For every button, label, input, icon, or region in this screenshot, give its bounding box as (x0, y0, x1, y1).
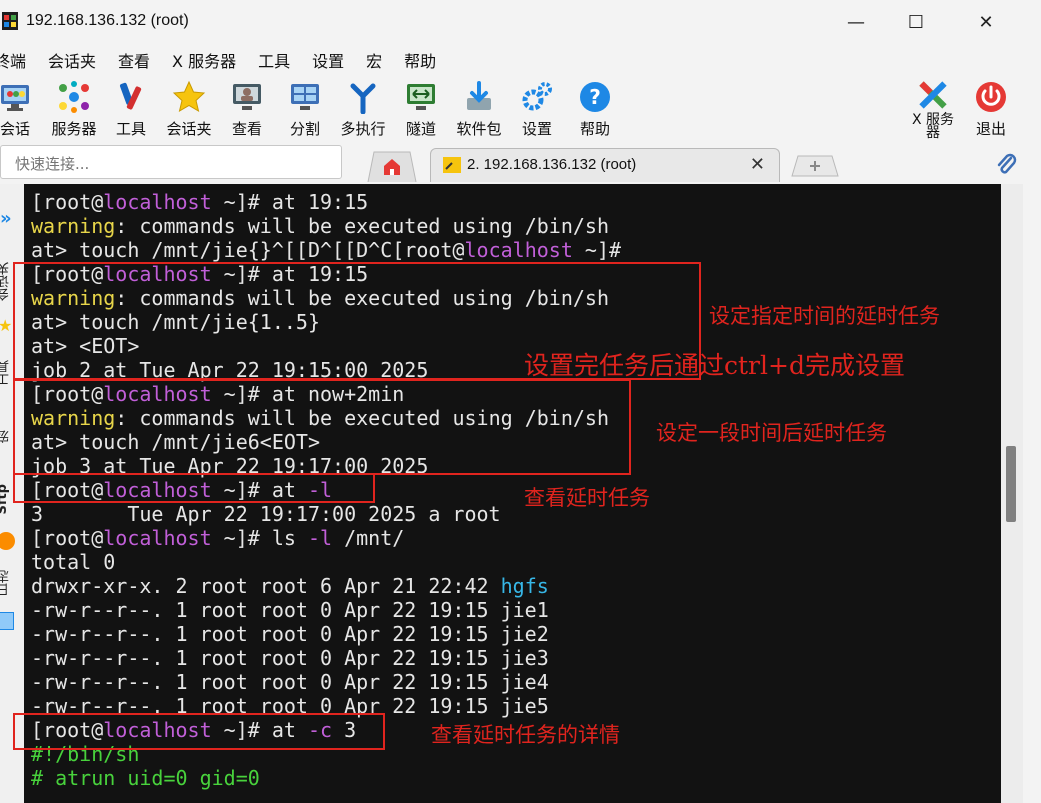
session-button[interactable]: 会话 (0, 78, 44, 140)
plus-icon (791, 155, 839, 177)
menu-macros[interactable]: 宏 (366, 48, 382, 72)
title-bar: 192.168.136.132 (root) — ☐ ✕ (0, 0, 1041, 44)
annotation-fixed-time: 设定指定时间的延时任务 (709, 304, 940, 328)
xserver-button[interactable]: X 服务器 (904, 78, 962, 140)
terminal-line: -rw-r--r--. 1 root root 0 Apr 22 19:15 j… (31, 622, 549, 646)
split-icon (291, 84, 319, 110)
menu-bar: 终端 会话夹 查看 X 服务器 工具 设置 宏 帮助 (0, 46, 1041, 74)
power-icon (976, 82, 1006, 112)
menu-settings[interactable]: 设置 (312, 48, 344, 72)
view-button[interactable]: 查看 (218, 78, 276, 140)
packages-button[interactable]: 软件包 (450, 78, 508, 140)
gear-icon (522, 82, 552, 111)
paperclip-icon[interactable] (996, 152, 1018, 178)
scrollbar-thumb[interactable] (1006, 446, 1016, 522)
side-tab-sessions[interactable]: 会话夹 (0, 262, 12, 301)
annotation-box-detail (13, 713, 385, 750)
tunneling-button[interactable]: 隧道 (392, 78, 450, 140)
new-tab-button[interactable] (790, 154, 840, 178)
session-tab[interactable]: 2. 192.168.136.132 (root) ✕ (430, 148, 780, 182)
x-server-icon (919, 81, 947, 109)
menu-xserver[interactable]: X 服务器 (172, 48, 236, 72)
terminal-line: [root@localhost ~]# ls -l /mnt/ (31, 526, 405, 550)
user-monitor-icon (233, 84, 261, 110)
terminal-line: -rw-r--r--. 1 root root 0 Apr 22 19:15 j… (31, 646, 549, 670)
minimize-button[interactable]: — (826, 0, 886, 44)
menu-help[interactable]: 帮助 (404, 48, 436, 72)
mobaxterm-icon (2, 12, 18, 30)
svg-text:?: ? (589, 85, 601, 109)
terminal-line: 3 Tue Apr 22 19:17:00 2025 a root (31, 502, 501, 526)
menu-tools[interactable]: 工具 (258, 48, 290, 72)
expand-chevron-icon[interactable]: » (0, 208, 12, 229)
home-icon (367, 151, 417, 183)
close-button[interactable]: ✕ (956, 0, 1016, 44)
annotation-list-jobs: 查看延时任务 (524, 486, 650, 510)
toolbar: 会话 服务器 工具 会话夹 查看 分割 多执行 隧道 软件包 设置 ? 帮助 X… (0, 76, 1041, 142)
terminal-line: at> touch /mnt/jie{}^[[D^[[D^C[root@loca… (31, 238, 622, 262)
terminal-line: -rw-r--r--. 1 root root 0 Apr 22 19:15 j… (31, 670, 549, 694)
side-sftp-icon (0, 532, 15, 550)
annotation-relative-time: 设定一段时间后延时任务 (656, 421, 887, 445)
help-button[interactable]: ? 帮助 (566, 78, 624, 140)
multiexec-button[interactable]: 多执行 (334, 78, 392, 140)
window-title: 192.168.136.132 (root) (26, 12, 189, 29)
maximize-button[interactable]: ☐ (886, 0, 946, 44)
tools-button[interactable]: 工具 (102, 78, 160, 140)
menu-view[interactable]: 查看 (118, 48, 150, 72)
side-tab-tools[interactable]: 工具 (0, 360, 12, 386)
sessions-folder-button[interactable]: 会话夹 (160, 78, 218, 140)
terminal-tab-icon (443, 157, 461, 173)
exit-button[interactable]: 退出 (962, 78, 1020, 140)
side-tab-log[interactable]: 日志 (0, 570, 12, 596)
tunnel-icon (407, 84, 435, 110)
network-icon (59, 81, 89, 113)
terminal-line: warning: commands will be executed using… (31, 214, 609, 238)
menu-terminal[interactable]: 终端 (0, 48, 26, 72)
help-icon: ? (580, 82, 610, 112)
settings-button[interactable]: 设置 (508, 78, 566, 140)
terminal-line: # atrun uid=0 gid=0 (31, 766, 260, 790)
tools-icon (119, 82, 142, 110)
terminal-line: total 0 (31, 550, 116, 574)
star-icon (172, 80, 206, 113)
annotation-job-detail: 查看延时任务的详情 (431, 723, 620, 747)
side-star-icon: ★ (0, 316, 13, 335)
annotation-ctrl-d: 设置完任务后通过ctrl+d完成设置 (524, 351, 905, 380)
side-tab-macros[interactable]: 宏 (0, 430, 12, 443)
home-tab[interactable] (364, 150, 420, 183)
menu-sessions[interactable]: 会话夹 (48, 48, 96, 72)
quick-connect-input[interactable] (0, 145, 342, 179)
annotation-box-relative-time (13, 379, 631, 475)
servers-button[interactable]: 服务器 (45, 78, 103, 140)
terminal-line: drwxr-xr-x. 2 root root 6 Apr 21 22:42 h… (31, 574, 549, 598)
annotation-box-list (13, 473, 375, 503)
tab-bar: 2. 192.168.136.132 (root) ✕ (0, 144, 1041, 184)
terminal-line: [root@localhost ~]# at 19:15 (31, 190, 369, 214)
terminal-scrollbar[interactable] (1001, 184, 1023, 803)
side-note-icon (0, 612, 14, 630)
side-tab-sftp[interactable]: Sftp (0, 484, 11, 515)
split-button[interactable]: 分割 (276, 78, 334, 140)
tab-close-icon[interactable]: ✕ (750, 154, 765, 175)
monitor-icon (1, 85, 29, 111)
terminal-line: -rw-r--r--. 1 root root 0 Apr 22 19:15 j… (31, 598, 549, 622)
fork-icon (350, 83, 376, 114)
package-download-icon (467, 81, 491, 110)
